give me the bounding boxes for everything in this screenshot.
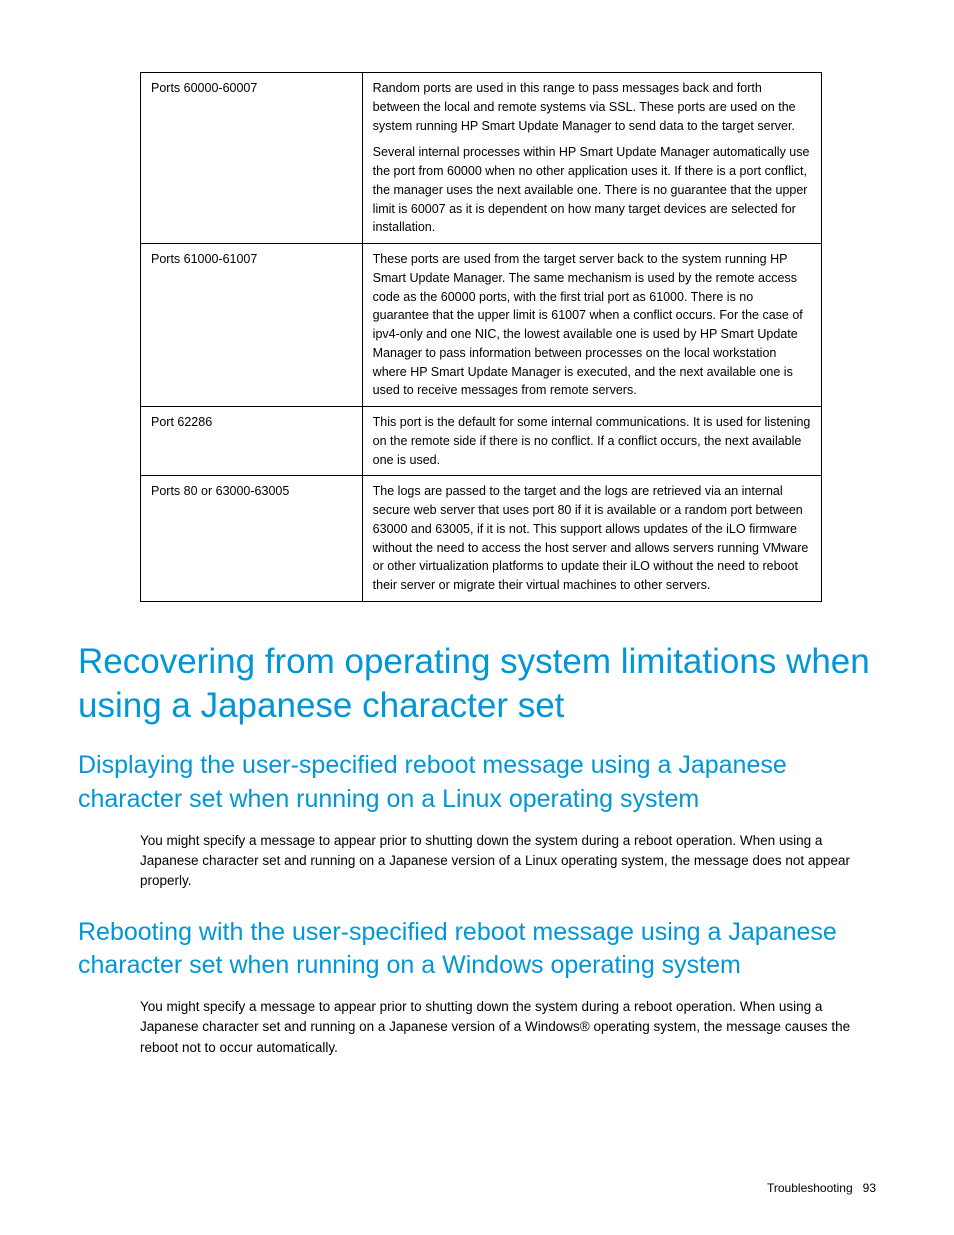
- page-footer: Troubleshooting 93: [767, 1181, 876, 1195]
- description-paragraph: The logs are passed to the target and th…: [373, 482, 811, 595]
- port-cell: Port 62286: [141, 407, 363, 476]
- main-heading: Recovering from operating system limitat…: [78, 640, 876, 728]
- footer-section: Troubleshooting: [767, 1181, 853, 1195]
- description-paragraph: This port is the default for some intern…: [373, 413, 811, 469]
- description-cell: This port is the default for some intern…: [362, 407, 821, 476]
- description-paragraph: Several internal processes within HP Sma…: [373, 143, 811, 237]
- description-cell: The logs are passed to the target and th…: [362, 476, 821, 602]
- description-paragraph: Random ports are used in this range to p…: [373, 79, 811, 135]
- section-body: You might specify a message to appear pr…: [140, 997, 876, 1058]
- footer-page: 93: [863, 1181, 876, 1195]
- port-cell: Ports 61000-61007: [141, 244, 363, 407]
- table-row: Ports 61000-61007 These ports are used f…: [141, 244, 822, 407]
- table-row: Port 62286 This port is the default for …: [141, 407, 822, 476]
- ports-table: Ports 60000-60007 Random ports are used …: [140, 72, 822, 602]
- table-row: Ports 80 or 63000-63005 The logs are pas…: [141, 476, 822, 602]
- section-heading: Rebooting with the user-specified reboot…: [78, 916, 876, 984]
- description-cell: These ports are used from the target ser…: [362, 244, 821, 407]
- port-cell: Ports 60000-60007: [141, 73, 363, 244]
- section-heading: Displaying the user-specified reboot mes…: [78, 749, 876, 817]
- port-cell: Ports 80 or 63000-63005: [141, 476, 363, 602]
- section-body: You might specify a message to appear pr…: [140, 831, 876, 892]
- description-cell: Random ports are used in this range to p…: [362, 73, 821, 244]
- table-row: Ports 60000-60007 Random ports are used …: [141, 73, 822, 244]
- description-paragraph: These ports are used from the target ser…: [373, 250, 811, 400]
